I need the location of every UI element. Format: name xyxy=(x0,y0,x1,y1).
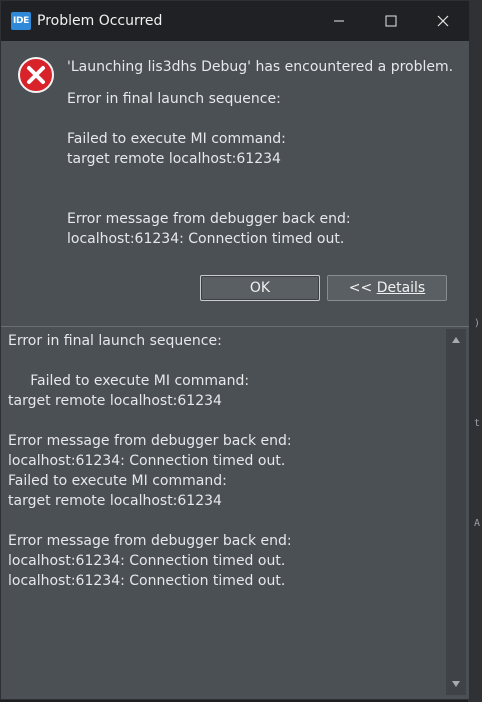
close-button[interactable] xyxy=(417,1,469,41)
background-text: ) xyxy=(473,318,480,329)
error-icon xyxy=(18,57,54,93)
details-button-prefix: << xyxy=(348,280,377,296)
problem-headline: 'Launching lis3dhs Debug' has encountere… xyxy=(67,59,454,75)
minimize-button[interactable] xyxy=(313,1,365,41)
background-text: t xyxy=(473,418,480,429)
problem-dialog: IDE Problem Occurred 'Launching lis3dhs … xyxy=(0,0,470,700)
ok-button-label: OK xyxy=(249,280,271,296)
scroll-down-arrow-icon xyxy=(452,681,460,687)
close-icon xyxy=(437,15,449,27)
scroll-down-button[interactable] xyxy=(446,675,466,693)
vertical-scrollbar[interactable] xyxy=(446,329,466,695)
details-text-area[interactable]: Error in final launch sequence: Failed t… xyxy=(1,326,469,699)
details-button[interactable]: << Details xyxy=(327,275,447,301)
details-text: Error in final launch sequence: Failed t… xyxy=(8,333,292,589)
maximize-button[interactable] xyxy=(365,1,417,41)
maximize-icon xyxy=(385,15,397,27)
scroll-up-button[interactable] xyxy=(446,331,466,349)
window-title: Problem Occurred xyxy=(37,13,163,29)
window-controls xyxy=(313,1,469,41)
ide-app-icon: IDE xyxy=(11,12,31,30)
error-message: Error in final launch sequence: Failed t… xyxy=(67,91,351,247)
title-bar[interactable]: IDE Problem Occurred xyxy=(1,1,469,41)
background-app-strip: ) t A xyxy=(468,0,482,702)
background-text: A xyxy=(473,518,480,529)
minimize-icon xyxy=(334,20,344,22)
ok-button[interactable]: OK xyxy=(200,275,320,301)
details-button-label: Details xyxy=(376,280,426,296)
scroll-up-arrow-icon xyxy=(452,337,460,343)
